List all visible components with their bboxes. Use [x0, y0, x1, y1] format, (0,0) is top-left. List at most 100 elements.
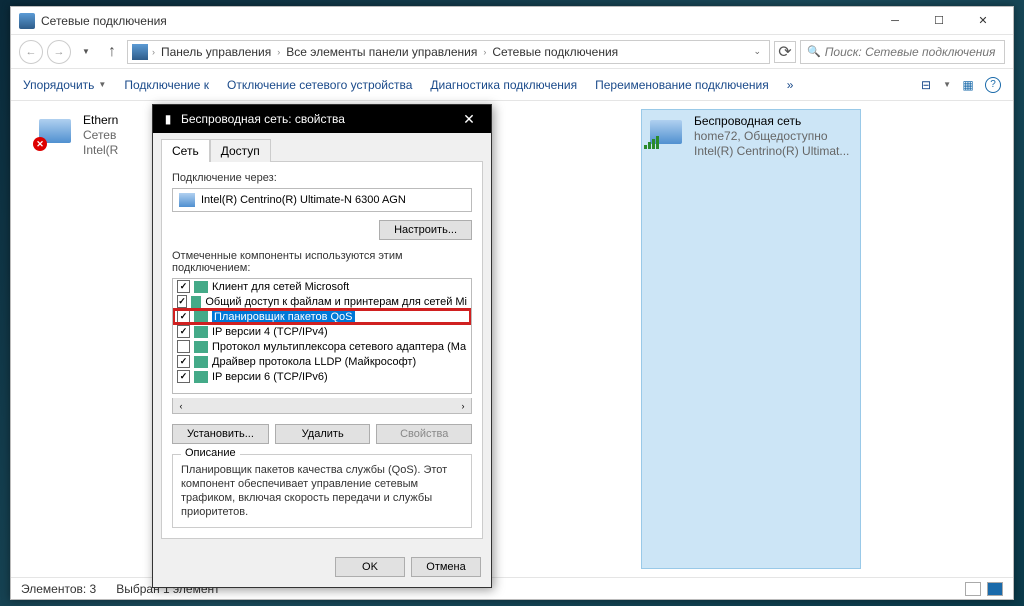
breadcrumb-item[interactable]: Панель управления	[159, 45, 273, 59]
install-button[interactable]: Установить...	[172, 424, 269, 444]
connection-item-wifi[interactable]: Беспроводная сеть home72, Общедоступно I…	[641, 109, 861, 569]
scroll-right-icon[interactable]: ›	[455, 398, 471, 413]
component-icon	[194, 371, 208, 383]
adapter-field: Intel(R) Centrino(R) Ultimate-N 6300 AGN	[172, 188, 472, 212]
remove-button[interactable]: Удалить	[275, 424, 371, 444]
component-label: IP версии 6 (TCP/IPv6)	[212, 371, 328, 383]
organize-menu[interactable]: Упорядочить ▼	[23, 78, 106, 92]
dialog-icon: ▮	[161, 112, 175, 126]
connection-adapter: Intel(R	[83, 143, 118, 158]
ok-button[interactable]: OK	[335, 557, 405, 577]
checkbox[interactable]: ✓	[177, 370, 190, 383]
component-item[interactable]: ✓IP версии 4 (TCP/IPv4)	[173, 324, 471, 339]
view-icons-icon[interactable]	[987, 582, 1003, 596]
component-item[interactable]: Протокол мультиплексора сетевого адаптер…	[173, 339, 471, 354]
component-item[interactable]: ✓ Общий доступ к файлам и принтерам для с…	[173, 294, 471, 309]
adapter-name: Intel(R) Centrino(R) Ultimate-N 6300 AGN	[201, 194, 406, 206]
description-group: Описание Планировщик пакетов качества сл…	[172, 454, 472, 528]
view-options-icon[interactable]: ⊟	[917, 76, 935, 94]
chevron-right-icon: ›	[152, 47, 155, 57]
component-icon	[194, 281, 208, 293]
description-title: Описание	[181, 447, 240, 459]
tabs: Сеть Доступ	[153, 133, 491, 162]
toolbar-connect[interactable]: Подключение к	[124, 78, 209, 92]
component-item[interactable]: ✓ Драйвер протокола LLDP (Майкрософт)	[173, 354, 471, 369]
breadcrumb-item[interactable]: Все элементы панели управления	[284, 45, 479, 59]
checkbox[interactable]	[177, 340, 190, 353]
close-button[interactable]: ✕	[961, 7, 1005, 35]
search-box[interactable]: 🔍	[800, 40, 1005, 64]
wifi-signal-icon	[644, 136, 660, 149]
checkbox[interactable]: ✓	[177, 355, 190, 368]
checkbox[interactable]: ✓	[177, 295, 187, 308]
adapter-icon	[179, 193, 195, 207]
cancel-button[interactable]: Отмена	[411, 557, 481, 577]
toolbar: Упорядочить ▼ Подключение к Отключение с…	[11, 69, 1013, 101]
breadcrumb-icon	[132, 44, 148, 60]
disconnected-badge-icon: ✕	[33, 137, 47, 151]
component-item[interactable]: ✓ IP версии 6 (TCP/IPv6)	[173, 369, 471, 384]
connection-name: Ethern	[83, 113, 118, 128]
breadcrumb[interactable]: › Панель управления › Все элементы панел…	[127, 40, 770, 64]
nav-history-dropdown[interactable]: ▼	[75, 41, 97, 63]
toolbar-disable[interactable]: Отключение сетевого устройства	[227, 78, 412, 92]
component-label: Планировщик пакетов QoS	[212, 311, 355, 323]
properties-button[interactable]: Свойства	[376, 424, 472, 444]
connection-name: Беспроводная сеть	[694, 114, 849, 129]
tab-network[interactable]: Сеть	[161, 139, 210, 162]
toolbar-rename[interactable]: Переименование подключения	[595, 78, 769, 92]
configure-button[interactable]: Настроить...	[379, 220, 472, 240]
details-pane-icon[interactable]: ▦	[959, 76, 977, 94]
checkbox[interactable]: ✓	[177, 310, 190, 323]
maximize-button[interactable]: ☐	[917, 7, 961, 35]
search-input[interactable]	[825, 45, 998, 59]
description-text: Планировщик пакетов качества службы (QoS…	[181, 463, 463, 519]
ethernet-icon: ✕	[35, 113, 75, 149]
dialog-close-button[interactable]: ✕	[455, 105, 483, 133]
app-icon	[19, 13, 35, 29]
component-label: Драйвер протокола LLDP (Майкрософт)	[212, 356, 416, 368]
scroll-left-icon[interactable]: ‹	[173, 398, 189, 413]
dialog-titlebar: ▮ Беспроводная сеть: свойства ✕	[153, 105, 491, 133]
properties-dialog: ▮ Беспроводная сеть: свойства ✕ Сеть Дос…	[152, 104, 492, 588]
dialog-title: Беспроводная сеть: свойства	[181, 112, 455, 126]
component-label: Клиент для сетей Microsoft	[212, 281, 349, 293]
connection-desc: Сетев	[83, 128, 118, 143]
nav-back-button[interactable]: ←	[19, 40, 43, 64]
refresh-button[interactable]: ⟳	[774, 41, 796, 63]
minimize-button[interactable]: ─	[873, 7, 917, 35]
horizontal-scrollbar[interactable]: ‹ ›	[172, 398, 472, 414]
component-label: Общий доступ к файлам и принтерам для се…	[205, 296, 467, 308]
organize-label: Упорядочить	[23, 78, 94, 92]
component-icon	[194, 341, 208, 353]
toolbar-diagnose[interactable]: Диагностика подключения	[430, 78, 577, 92]
window-title: Сетевые подключения	[41, 14, 873, 28]
component-item[interactable]: ✓ Планировщик пакетов QoS	[173, 309, 471, 324]
chevron-right-icon: ›	[277, 47, 280, 57]
component-label: Протокол мультиплексора сетевого адаптер…	[212, 341, 466, 353]
connection-desc: home72, Общедоступно	[694, 129, 849, 144]
component-icon	[194, 311, 208, 323]
chevron-down-icon[interactable]: ⌄	[749, 46, 765, 57]
component-icon	[194, 326, 208, 338]
breadcrumb-item[interactable]: Сетевые подключения	[490, 45, 620, 59]
titlebar: Сетевые подключения ─ ☐ ✕	[11, 7, 1013, 35]
checkbox[interactable]: ✓	[177, 325, 190, 338]
checkbox[interactable]: ✓	[177, 280, 190, 293]
nav-forward-button[interactable]: →	[47, 40, 71, 64]
tab-content: Подключение через: Intel(R) Centrino(R) …	[161, 161, 483, 539]
component-icon	[194, 356, 208, 368]
navbar: ← → ▼ ↑ › Панель управления › Все элемен…	[11, 35, 1013, 69]
tab-access[interactable]: Доступ	[210, 139, 271, 162]
status-count: Элементов: 3	[21, 582, 96, 596]
toolbar-more[interactable]: »	[787, 78, 794, 92]
components-list[interactable]: ✓ Клиент для сетей Microsoft ✓ Общий доступ…	[172, 278, 472, 394]
nav-up-button[interactable]: ↑	[101, 41, 123, 63]
connect-via-label: Подключение через:	[172, 172, 472, 184]
help-icon[interactable]: ?	[985, 77, 1001, 93]
component-item[interactable]: ✓ Клиент для сетей Microsoft	[173, 279, 471, 294]
view-details-icon[interactable]	[965, 582, 981, 596]
scroll-track[interactable]	[189, 398, 455, 413]
chevron-down-icon[interactable]: ▼	[943, 80, 951, 89]
chevron-right-icon: ›	[483, 47, 486, 57]
